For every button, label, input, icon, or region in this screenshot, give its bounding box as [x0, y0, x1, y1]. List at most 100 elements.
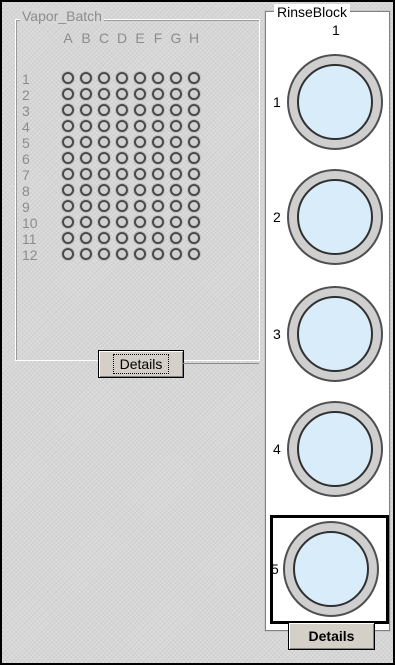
vapor-well-a4[interactable] [62, 120, 74, 132]
vapor-well-c2[interactable] [98, 88, 110, 100]
vapor-well-b1[interactable] [80, 72, 92, 84]
vapor-well-e10[interactable] [134, 216, 146, 228]
vapor-well-f4[interactable] [152, 120, 164, 132]
vapor-well-d3[interactable] [116, 104, 128, 116]
vapor-well-c5[interactable] [98, 136, 110, 148]
vapor-well-b6[interactable] [80, 152, 92, 164]
vapor-well-b11[interactable] [80, 232, 92, 244]
rinse-well-2[interactable] [287, 169, 383, 265]
vapor-well-g8[interactable] [170, 184, 182, 196]
vapor-well-h4[interactable] [188, 120, 200, 132]
vapor-batch-details-button[interactable]: Details [98, 350, 184, 378]
vapor-well-h6[interactable] [188, 152, 200, 164]
vapor-well-g1[interactable] [170, 72, 182, 84]
vapor-well-d10[interactable] [116, 216, 128, 228]
rinse-well-4[interactable] [287, 401, 383, 497]
vapor-well-c10[interactable] [98, 216, 110, 228]
vapor-well-h11[interactable] [188, 232, 200, 244]
vapor-well-a7[interactable] [62, 168, 74, 180]
vapor-well-e3[interactable] [134, 104, 146, 116]
vapor-well-g5[interactable] [170, 136, 182, 148]
vapor-well-f11[interactable] [152, 232, 164, 244]
vapor-well-f1[interactable] [152, 72, 164, 84]
vapor-well-a8[interactable] [62, 184, 74, 196]
vapor-well-f2[interactable] [152, 88, 164, 100]
vapor-well-h8[interactable] [188, 184, 200, 196]
vapor-well-c7[interactable] [98, 168, 110, 180]
vapor-well-g11[interactable] [170, 232, 182, 244]
vapor-well-c3[interactable] [98, 104, 110, 116]
vapor-well-b9[interactable] [80, 200, 92, 212]
vapor-well-h10[interactable] [188, 216, 200, 228]
vapor-well-d7[interactable] [116, 168, 128, 180]
vapor-well-b3[interactable] [80, 104, 92, 116]
vapor-well-a1[interactable] [62, 72, 74, 84]
vapor-well-e12[interactable] [134, 248, 146, 260]
vapor-well-d6[interactable] [116, 152, 128, 164]
vapor-well-f7[interactable] [152, 168, 164, 180]
vapor-well-g9[interactable] [170, 200, 182, 212]
vapor-well-e11[interactable] [134, 232, 146, 244]
vapor-well-c9[interactable] [98, 200, 110, 212]
vapor-well-g7[interactable] [170, 168, 182, 180]
rinse-well-3[interactable] [287, 286, 383, 382]
vapor-well-a5[interactable] [62, 136, 74, 148]
vapor-well-e7[interactable] [134, 168, 146, 180]
vapor-well-b12[interactable] [80, 248, 92, 260]
vapor-well-c1[interactable] [98, 72, 110, 84]
vapor-well-f10[interactable] [152, 216, 164, 228]
rinse-block-details-button[interactable]: Details [288, 622, 375, 650]
vapor-well-c4[interactable] [98, 120, 110, 132]
vapor-well-c8[interactable] [98, 184, 110, 196]
vapor-well-d11[interactable] [116, 232, 128, 244]
vapor-well-g10[interactable] [170, 216, 182, 228]
vapor-well-h5[interactable] [188, 136, 200, 148]
vapor-well-f12[interactable] [152, 248, 164, 260]
rinse-well-1[interactable] [287, 54, 383, 150]
vapor-well-f6[interactable] [152, 152, 164, 164]
vapor-well-h3[interactable] [188, 104, 200, 116]
vapor-well-d8[interactable] [116, 184, 128, 196]
vapor-well-a2[interactable] [62, 88, 74, 100]
vapor-well-a12[interactable] [62, 248, 74, 260]
vapor-well-g4[interactable] [170, 120, 182, 132]
vapor-well-f9[interactable] [152, 200, 164, 212]
vapor-well-b8[interactable] [80, 184, 92, 196]
vapor-well-g2[interactable] [170, 88, 182, 100]
vapor-well-g6[interactable] [170, 152, 182, 164]
vapor-well-b5[interactable] [80, 136, 92, 148]
vapor-well-b7[interactable] [80, 168, 92, 180]
vapor-well-b4[interactable] [80, 120, 92, 132]
vapor-well-h1[interactable] [188, 72, 200, 84]
vapor-well-a10[interactable] [62, 216, 74, 228]
vapor-well-a11[interactable] [62, 232, 74, 244]
vapor-well-f3[interactable] [152, 104, 164, 116]
vapor-well-h9[interactable] [188, 200, 200, 212]
vapor-well-a9[interactable] [62, 200, 74, 212]
vapor-well-g12[interactable] [170, 248, 182, 260]
vapor-well-d12[interactable] [116, 248, 128, 260]
vapor-well-c6[interactable] [98, 152, 110, 164]
vapor-well-h2[interactable] [188, 88, 200, 100]
vapor-well-c11[interactable] [98, 232, 110, 244]
vapor-well-f8[interactable] [152, 184, 164, 196]
vapor-well-d9[interactable] [116, 200, 128, 212]
vapor-well-h12[interactable] [188, 248, 200, 260]
vapor-well-a3[interactable] [62, 104, 74, 116]
vapor-well-e6[interactable] [134, 152, 146, 164]
vapor-well-a6[interactable] [62, 152, 74, 164]
vapor-well-e9[interactable] [134, 200, 146, 212]
vapor-well-e2[interactable] [134, 88, 146, 100]
vapor-well-b2[interactable] [80, 88, 92, 100]
vapor-well-d5[interactable] [116, 136, 128, 148]
vapor-well-d4[interactable] [116, 120, 128, 132]
vapor-well-c12[interactable] [98, 248, 110, 260]
vapor-well-b10[interactable] [80, 216, 92, 228]
vapor-well-e8[interactable] [134, 184, 146, 196]
vapor-well-d1[interactable] [116, 72, 128, 84]
vapor-well-g3[interactable] [170, 104, 182, 116]
vapor-well-f5[interactable] [152, 136, 164, 148]
vapor-well-e4[interactable] [134, 120, 146, 132]
vapor-well-e1[interactable] [134, 72, 146, 84]
vapor-well-e5[interactable] [134, 136, 146, 148]
